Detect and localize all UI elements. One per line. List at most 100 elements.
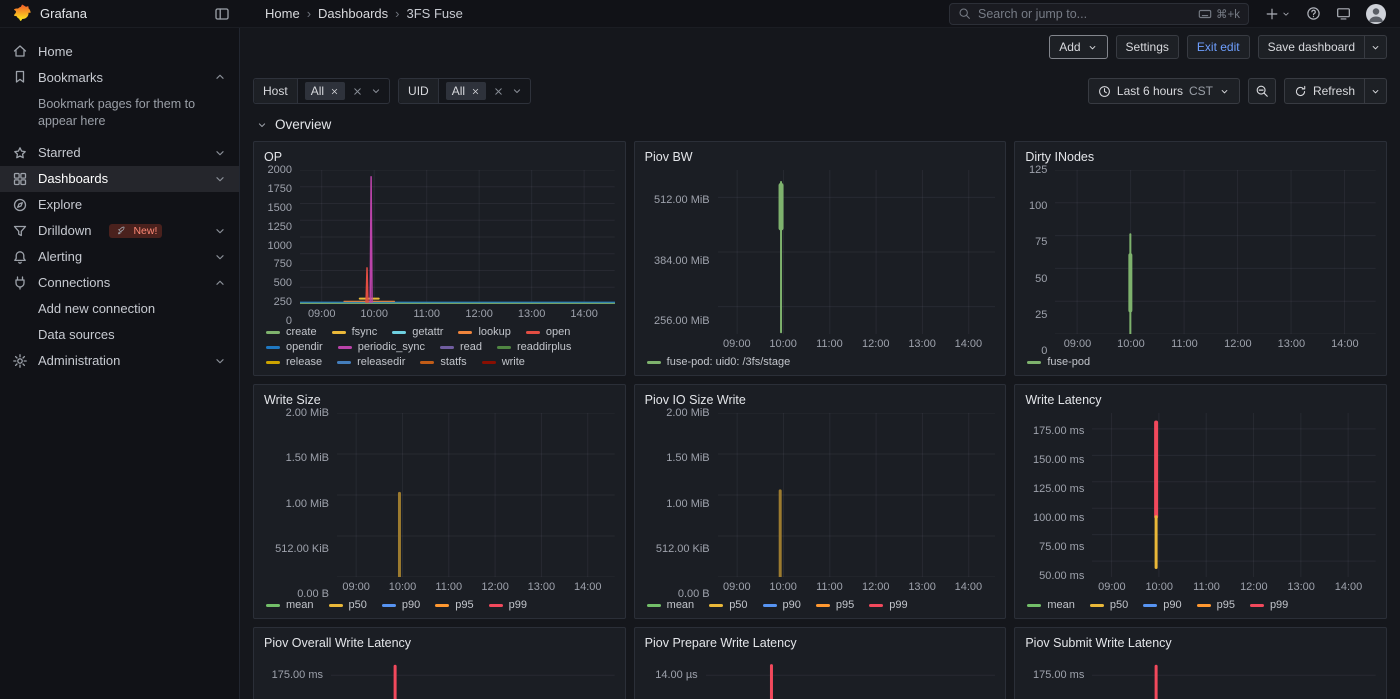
filter-value-chip[interactable]: All (305, 82, 345, 100)
sidebar-item-drilldown[interactable]: DrilldownNew! (0, 218, 239, 244)
legend-item-getattr[interactable]: getattr (392, 326, 443, 338)
panel-title[interactable]: Piov Prepare Write Latency (645, 633, 996, 654)
x-axis-tick-label: 13:00 (908, 338, 936, 350)
legend-item-p99[interactable]: p99 (869, 599, 907, 611)
sidebar-item-bookmarks[interactable]: Bookmarks (0, 64, 239, 90)
refresh-button[interactable]: Refresh (1284, 78, 1365, 104)
remove-value-icon[interactable] (330, 87, 339, 96)
sidebar-item-dashboards[interactable]: Dashboards (0, 166, 239, 192)
legend-item-write[interactable]: write (482, 356, 525, 368)
save-dashboard-dropdown[interactable] (1365, 35, 1387, 59)
legend-label: lookup (478, 326, 510, 338)
legend-item-lookup[interactable]: lookup (458, 326, 510, 338)
chart-op: 20001750150012501000750500250009:0010:00… (264, 170, 615, 369)
legend-item-p50[interactable]: p50 (709, 599, 747, 611)
filter-value: All (311, 84, 324, 98)
panel-title[interactable]: Write Latency (1025, 390, 1376, 411)
legend-item-p50[interactable]: p50 (329, 599, 367, 611)
remove-value-icon[interactable] (471, 87, 480, 96)
legend-item-statfs[interactable]: statfs (420, 356, 466, 368)
sidebar-item-home[interactable]: Home (0, 38, 239, 64)
dock-sidebar-button[interactable] (214, 6, 230, 22)
legend-item-p95[interactable]: p95 (816, 599, 854, 611)
legend-item-fsync[interactable]: fsync (332, 326, 378, 338)
legend-item-read[interactable]: read (440, 341, 482, 353)
legend-item-p95[interactable]: p95 (435, 599, 473, 611)
time-series-plot[interactable] (1092, 656, 1376, 699)
legend-marker (458, 331, 472, 334)
legend-marker (1250, 604, 1264, 607)
legend-item-release[interactable]: release (266, 356, 322, 368)
add-panel-button[interactable]: Add (1049, 35, 1107, 59)
y-axis-tick-label: 1750 (268, 183, 292, 195)
sidebar-item-administration[interactable]: Administration (0, 348, 239, 374)
panel-title[interactable]: OP (264, 147, 615, 168)
panel-title[interactable]: Piov Submit Write Latency (1025, 633, 1376, 654)
zoom-out-button[interactable] (1248, 78, 1276, 104)
grafana-logo (12, 4, 32, 24)
time-series-plot[interactable] (706, 656, 996, 699)
legend-item-mean[interactable]: mean (266, 599, 314, 611)
panel-title[interactable]: Dirty INodes (1025, 147, 1376, 168)
sidebar-item-alerting[interactable]: Alerting (0, 244, 239, 270)
time-series-plot[interactable] (337, 413, 615, 577)
legend-item-p50[interactable]: p50 (1090, 599, 1128, 611)
sidebar-item-explore[interactable]: Explore (0, 192, 239, 218)
time-series-plot[interactable] (1055, 170, 1376, 334)
time-range-picker[interactable]: Last 6 hours CST (1088, 78, 1240, 104)
y-axis-tick-label: 512.00 KiB (656, 543, 710, 555)
bookmark-icon (12, 69, 28, 85)
x-axis-tick-label: 10:00 (360, 308, 388, 320)
sidebar-item-add-new-connection[interactable]: Add new connection (0, 296, 239, 322)
sidebar-item-starred[interactable]: Starred (0, 140, 239, 166)
help-button[interactable] (1306, 6, 1321, 21)
legend-item-mean[interactable]: mean (1027, 599, 1075, 611)
panel-title[interactable]: Piov BW (645, 147, 996, 168)
time-series-plot[interactable] (331, 656, 615, 699)
y-axis-tick-label: 1.00 MiB (286, 498, 329, 510)
legend-item-mean[interactable]: mean (647, 599, 695, 611)
clear-filter-icon[interactable] (352, 86, 363, 97)
search-input[interactable]: ⌘+k (949, 3, 1249, 25)
settings-button[interactable]: Settings (1116, 35, 1179, 59)
legend-item-fuse-pod[interactable]: fuse-pod (1027, 356, 1090, 368)
legend-item-p99[interactable]: p99 (489, 599, 527, 611)
filter-value-chip[interactable]: All (446, 82, 486, 100)
new-menu-button[interactable] (1265, 7, 1291, 21)
sidebar-item-connections[interactable]: Connections (0, 270, 239, 296)
sidebar-item-data-sources[interactable]: Data sources (0, 322, 239, 348)
legend-item-releasedir[interactable]: releasedir (337, 356, 405, 368)
x-axis-tick-label: 10:00 (769, 581, 797, 593)
legend-item-create[interactable]: create (266, 326, 317, 338)
breadcrumb-dashboards[interactable]: Dashboards (318, 6, 388, 21)
search-field[interactable] (978, 7, 1191, 21)
time-series-plot[interactable] (1092, 413, 1376, 577)
clear-filter-icon[interactable] (493, 86, 504, 97)
legend-item-opendir[interactable]: opendir (266, 341, 323, 353)
news-button[interactable] (1336, 6, 1351, 21)
legend-item-p90[interactable]: p90 (382, 599, 420, 611)
legend-item-p90[interactable]: p90 (763, 599, 801, 611)
legend-item-fuse-pod-uid0-3fs-stage[interactable]: fuse-pod: uid0: /3fs/stage (647, 356, 791, 368)
plus-icon (1265, 7, 1279, 21)
panel-piov-overall-write-latency: Piov Overall Write Latency175.00 ms (253, 627, 626, 699)
chevron-down-icon[interactable] (370, 85, 382, 97)
legend-item-p99[interactable]: p99 (1250, 599, 1288, 611)
user-avatar[interactable] (1366, 4, 1386, 24)
legend-item-p95[interactable]: p95 (1197, 599, 1235, 611)
legend-item-readdirplus[interactable]: readdirplus (497, 341, 571, 353)
breadcrumb-home[interactable]: Home (265, 6, 300, 21)
legend-item-p90[interactable]: p90 (1143, 599, 1181, 611)
exit-edit-button[interactable]: Exit edit (1187, 35, 1250, 59)
y-axis-tick-label: 150.00 ms (1033, 454, 1084, 466)
time-series-plot[interactable] (718, 413, 996, 577)
time-series-plot[interactable] (718, 170, 996, 334)
time-series-plot[interactable] (300, 170, 615, 304)
save-dashboard-button[interactable]: Save dashboard (1258, 35, 1365, 59)
panel-title[interactable]: Piov Overall Write Latency (264, 633, 615, 654)
legend-item-periodic-sync[interactable]: periodic_sync (338, 341, 425, 353)
row-overview-toggle[interactable]: Overview (240, 104, 1400, 141)
legend-item-open[interactable]: open (526, 326, 570, 338)
refresh-interval-dropdown[interactable] (1365, 78, 1387, 104)
chevron-down-icon[interactable] (511, 85, 523, 97)
